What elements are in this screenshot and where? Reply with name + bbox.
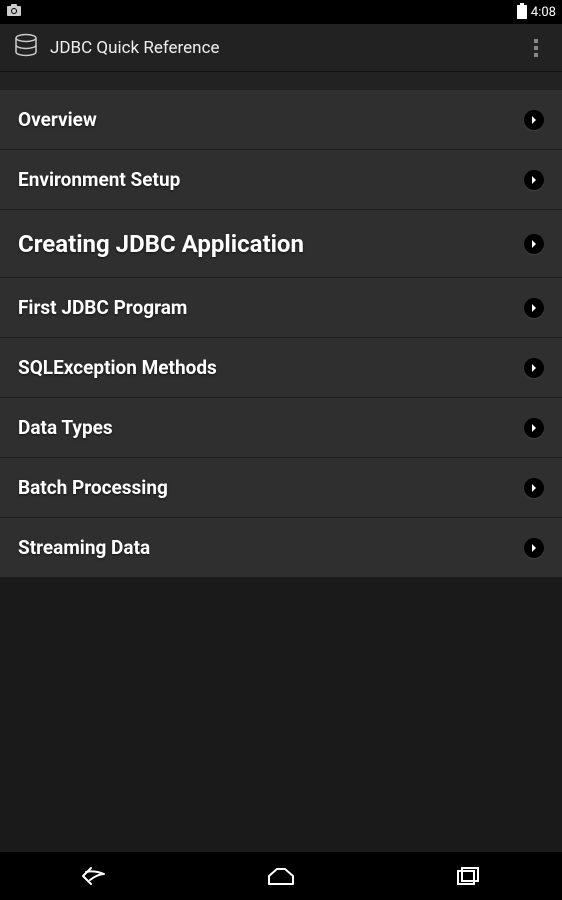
status-bar: 4:08 xyxy=(0,0,562,24)
item-label: Batch Processing xyxy=(18,476,524,499)
overflow-menu-button[interactable] xyxy=(522,28,550,68)
chevron-right-icon xyxy=(524,418,544,438)
menu-list: Overview Environment Setup Creating JDBC A… xyxy=(0,90,562,578)
battery-icon xyxy=(517,5,527,19)
item-label: Data Types xyxy=(18,416,524,439)
list-item[interactable]: Batch Processing xyxy=(0,458,562,518)
list-item[interactable]: First JDBC Program xyxy=(0,278,562,338)
action-bar: JDBC Quick Reference xyxy=(0,24,562,72)
chevron-right-icon xyxy=(524,170,544,190)
navigation-bar xyxy=(0,852,562,900)
database-icon xyxy=(12,32,50,64)
list-item[interactable]: Streaming Data xyxy=(0,518,562,578)
spacer xyxy=(0,72,562,90)
item-label: SQLException Methods xyxy=(18,356,524,379)
list-item[interactable]: Overview xyxy=(0,90,562,150)
chevron-right-icon xyxy=(524,358,544,378)
chevron-right-icon xyxy=(524,478,544,498)
list-item[interactable]: SQLException Methods xyxy=(0,338,562,398)
list-item[interactable]: Environment Setup xyxy=(0,150,562,210)
app-title: JDBC Quick Reference xyxy=(50,38,522,58)
item-label: Overview xyxy=(18,108,524,131)
chevron-right-icon xyxy=(524,110,544,130)
chevron-right-icon xyxy=(524,538,544,558)
chevron-right-icon xyxy=(524,234,544,254)
list-item[interactable]: Creating JDBC Application xyxy=(0,210,562,278)
list-item[interactable]: Data Types xyxy=(0,398,562,458)
item-label: Streaming Data xyxy=(18,536,524,559)
status-time: 4:08 xyxy=(531,5,556,20)
recent-apps-button[interactable] xyxy=(428,852,508,900)
item-label: First JDBC Program xyxy=(18,296,524,319)
back-button[interactable] xyxy=(54,852,134,900)
camera-icon xyxy=(6,3,22,21)
home-button[interactable] xyxy=(241,852,321,900)
item-label: Creating JDBC Application xyxy=(18,230,524,258)
chevron-right-icon xyxy=(524,298,544,318)
item-label: Environment Setup xyxy=(18,168,524,191)
